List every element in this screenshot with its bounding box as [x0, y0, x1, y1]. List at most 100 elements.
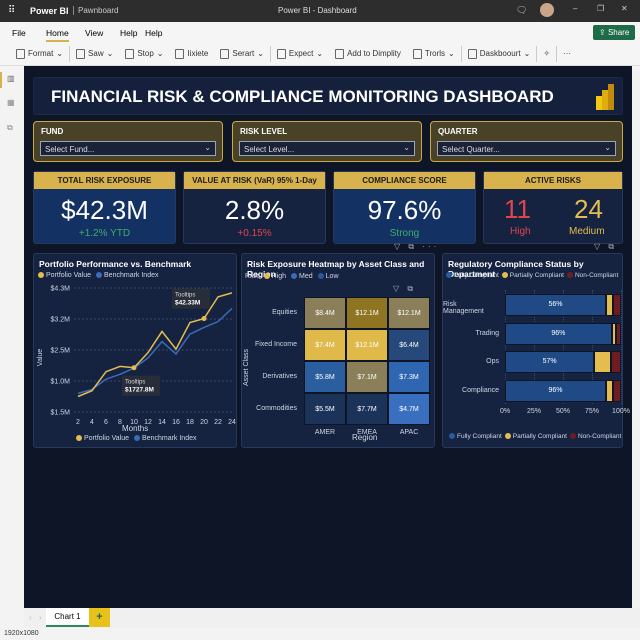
next-page-icon[interactable]: ›	[39, 613, 42, 622]
heatmap-cell[interactable]: $7.7M	[346, 393, 388, 425]
x-tick-label: 50%	[555, 408, 570, 415]
table-view-icon[interactable]: ▦	[7, 98, 15, 107]
legend-non[interactable]: Non-Compliant	[569, 433, 621, 440]
heatmap-cell[interactable]: $7.3M	[388, 361, 430, 393]
close-icon[interactable]: ✕	[621, 4, 628, 13]
heatmap-cell[interactable]: $4.7M	[388, 393, 430, 425]
minimize-icon[interactable]: –	[573, 4, 577, 13]
add-page-button[interactable]: +	[89, 608, 110, 627]
tab-view[interactable]: View	[85, 28, 103, 38]
page-tabs-bar: ‹ › Chart 1 +	[24, 608, 640, 628]
more-button[interactable]: ···	[557, 45, 577, 63]
model-view-icon[interactable]: ⧉	[7, 123, 13, 133]
pin-button[interactable]: ✧	[537, 45, 556, 63]
bar-segment[interactable]	[605, 379, 613, 402]
legend-fully[interactable]: Fully Compliant	[446, 272, 499, 279]
report-view-icon[interactable]: ▥	[7, 74, 15, 83]
bar-label: 56%	[548, 301, 563, 308]
heatmap-cell[interactable]: $12.1M	[346, 297, 388, 329]
chevron-down-icon: ⌄	[403, 143, 410, 152]
format-button[interactable]: Format ⌄	[10, 45, 69, 63]
risk-level-slicer: RISK LEVEL Select Level... ⌄	[232, 121, 422, 162]
heatmap-cell[interactable]: $5.5M	[304, 393, 346, 425]
x-tick-label: 4	[90, 419, 94, 426]
view-rail: ▥ ▦ ⧉	[0, 66, 24, 610]
heatmap-cell[interactable]: $6.4M	[388, 329, 430, 361]
add-label: Add to Dimplity	[347, 49, 401, 58]
insert-button[interactable]: Serart ⌄	[214, 45, 270, 63]
add-button[interactable]: Add to Dimplity	[329, 45, 407, 63]
dashboard-button[interactable]: Daskboourt ⌄	[462, 45, 537, 63]
heatmap-cell[interactable]: $5.8M	[304, 361, 346, 393]
heatmap-cell[interactable]: $7.4M	[304, 329, 346, 361]
heatmap-cell[interactable]: $8.4M	[304, 297, 346, 329]
quarter-dropdown[interactable]: Select Quarter... ⌄	[437, 141, 616, 156]
legend-portfolio[interactable]: Portfolio Value	[76, 435, 129, 442]
fund-placeholder: Select Fund...	[45, 145, 95, 154]
kpi-value: 2.8%	[224, 195, 285, 225]
restore-icon[interactable]: ❐	[597, 4, 604, 13]
resolution-status: 1920x1080	[4, 630, 39, 637]
insert-label: Serart	[232, 49, 255, 58]
high-risk-count: 11	[504, 194, 531, 224]
tab-help-2[interactable]: Help	[145, 28, 162, 38]
kpi-value: 97.6%	[367, 195, 442, 225]
document-title[interactable]: Power BI - Dashboard	[278, 6, 357, 15]
legend-high[interactable]: High	[263, 273, 286, 280]
high-risk-label: High	[510, 226, 531, 237]
legend-fully[interactable]: Fully Compliant	[449, 433, 502, 440]
share-button[interactable]: ⇪ Share	[593, 25, 636, 40]
bar-segment[interactable]	[594, 351, 611, 373]
tab-home[interactable]: Home	[46, 28, 69, 42]
chevron-down-icon: ⌄	[204, 143, 211, 152]
fund-dropdown[interactable]: Select Fund... ⌄	[40, 141, 216, 156]
bar-segment[interactable]	[612, 294, 621, 316]
tab-file[interactable]: File	[12, 28, 26, 38]
tooltip-label: Tooltips	[125, 380, 145, 386]
heatmap-cell[interactable]: $12.1M	[346, 329, 388, 361]
x-tick-label: 22	[214, 419, 222, 426]
x-tick-label: 100%	[612, 408, 630, 415]
export-icon	[276, 48, 286, 59]
row-label: Commodities	[256, 405, 297, 412]
delete-button[interactable]: Iixiete	[169, 45, 214, 63]
portfolio-performance-visual[interactable]: Portfolio Performance vs. Benchmark Port…	[33, 253, 237, 448]
legend-non[interactable]: Non-Compliant	[566, 272, 618, 279]
bar-segment[interactable]	[605, 294, 613, 316]
bar-segment[interactable]	[616, 322, 621, 345]
legend-low[interactable]: Low	[317, 273, 339, 280]
page-tab-chart-1[interactable]: Chart 1	[46, 608, 89, 627]
format-icon	[16, 48, 25, 59]
medium-risk-count: 24	[574, 194, 603, 224]
column-label: APAC	[399, 429, 419, 436]
visual-header-icons[interactable]: ▽ ⧉ ···	[394, 242, 439, 252]
save-button[interactable]: Saw ⌄	[70, 45, 119, 63]
avatar[interactable]	[540, 3, 554, 17]
bar-segment[interactable]	[612, 379, 621, 402]
x-tick-label: 25%	[526, 408, 541, 415]
app-launcher-icon[interactable]: ⠿	[8, 5, 15, 16]
risk-heatmap-visual[interactable]: Risk Exposure Heatmap by Asset Class and…	[241, 253, 435, 448]
bar-segment[interactable]	[610, 351, 621, 373]
legend-med[interactable]: Med	[291, 273, 313, 280]
tab-help[interactable]: Help	[120, 28, 137, 38]
compliance-status-visual[interactable]: Regulatory Compliance Status by Departme…	[442, 253, 630, 448]
stop-button[interactable]: Stop ⌄	[119, 45, 169, 63]
legend-benchmark[interactable]: Benchmark Index	[134, 435, 197, 442]
kpi-change: +0.15%	[237, 228, 272, 239]
kpi-change: +1.2% YTD	[78, 228, 131, 239]
legend-partial[interactable]: Partially Compliant	[504, 433, 567, 440]
risk-level-dropdown[interactable]: Select Level... ⌄	[239, 141, 415, 156]
line-chart: $1.5M$1.0M$2.5M$3.2M$4.3M2 4 6 8 10 12 14 16 18 2…	[51, 286, 236, 427]
heatmap-cell[interactable]: $12.1M	[388, 297, 430, 329]
legend-partial[interactable]: Partially Compliant	[501, 272, 564, 279]
prev-page-icon[interactable]: ‹	[29, 613, 32, 622]
kpi-compliance: COMPLIANCE SCORE 97.6% Strong	[333, 171, 476, 244]
kpi-total-risk: TOTAL RISK EXPOSURE $42.3M +1.2% YTD	[33, 171, 176, 244]
notifications-icon[interactable]: 🗨	[516, 5, 527, 16]
kpi-active-risks: ACTIVE RISKS 11 High 24 Medium	[483, 171, 623, 244]
heatmap-cell[interactable]: $7.1M	[346, 361, 388, 393]
gridline	[621, 290, 622, 404]
export-button[interactable]: Expect ⌄	[271, 45, 329, 63]
tools-button[interactable]: Trorls ⌄	[407, 45, 461, 63]
